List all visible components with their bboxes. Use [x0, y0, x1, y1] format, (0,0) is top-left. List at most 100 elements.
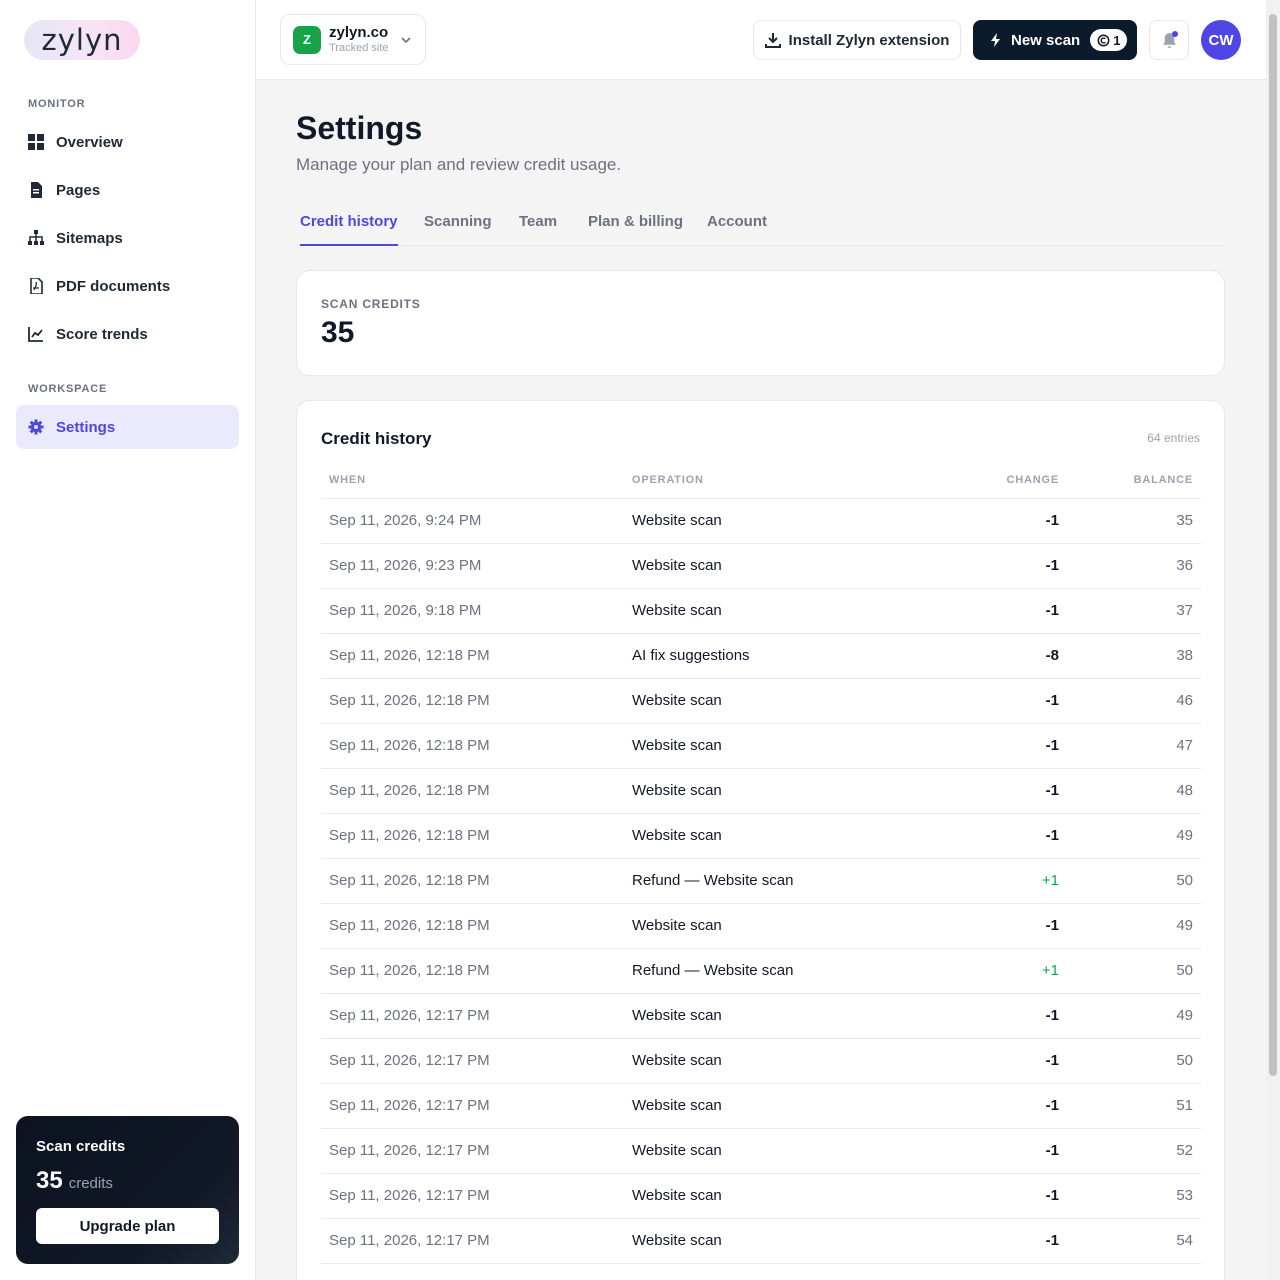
cell-when: Sep 11, 2026, 9:23 PM [321, 543, 624, 589]
pdf-icon [30, 278, 43, 294]
site-subtitle: Tracked site [329, 41, 389, 54]
cell-change: -1 [917, 1173, 1067, 1219]
cell-operation: AI fix suggestions [624, 633, 917, 679]
cell-operation: Website scan [624, 1173, 917, 1219]
sidebar-item-overview[interactable]: Overview [16, 120, 239, 164]
site-text: zylyn.co Tracked site [329, 24, 389, 55]
column-header-when: WHEN [321, 463, 624, 499]
cell-operation: Website scan [624, 1128, 917, 1174]
chevron-down-icon [401, 37, 411, 44]
cell-when: Sep 11, 2026, 12:17 PM [321, 1038, 624, 1084]
sidebar: zylyn MONITOR Overview Pages Sitemaps PD… [0, 0, 256, 1280]
scan-credits-card: SCAN CREDITS 35 [296, 270, 1225, 376]
grid-icon [28, 134, 44, 150]
credit-history-card: Credit history 64 entries WHEN OPERATION… [296, 400, 1225, 1280]
sidebar-item-label: Overview [56, 133, 123, 151]
cell-change: -1 [917, 813, 1067, 859]
cell-balance: 37 [1067, 588, 1201, 634]
download-icon [764, 33, 781, 48]
credit-history-table: WHEN OPERATION CHANGE BALANCE Sep 11, 20… [321, 463, 1201, 1264]
section-label-monitor: MONITOR [28, 98, 86, 110]
notifications-button[interactable] [1149, 20, 1189, 60]
tab-scanning[interactable]: Scanning [424, 213, 492, 246]
cell-balance: 54 [1067, 1218, 1201, 1264]
cell-operation: Website scan [624, 903, 917, 949]
cell-balance: 48 [1067, 768, 1201, 814]
scan-cost-count: 1 [1113, 32, 1121, 48]
tab-plan-billing[interactable]: Plan & billing [588, 213, 683, 246]
settings-tabs: Credit history Scanning Team Plan & bill… [296, 200, 1224, 246]
credit-card-amount: 35 credits [36, 1167, 219, 1195]
tab-team[interactable]: Team [519, 213, 557, 246]
scan-credits-value: 35 [321, 316, 355, 349]
cell-when: Sep 11, 2026, 12:18 PM [321, 948, 624, 994]
table-row: Sep 11, 2026, 12:17 PM Website scan -1 54 [321, 1218, 1201, 1264]
table-row: Sep 11, 2026, 9:18 PM Website scan -1 37 [321, 588, 1201, 634]
sidebar-item-score-trends[interactable]: Score trends [16, 312, 239, 356]
logo-text: zylyn [41, 23, 123, 57]
cell-operation: Website scan [624, 543, 917, 589]
tab-credit-history[interactable]: Credit history [300, 213, 398, 246]
cell-operation: Website scan [624, 768, 917, 814]
table-row: Sep 11, 2026, 12:18 PM Website scan -1 49 [321, 813, 1201, 859]
cell-balance: 49 [1067, 903, 1201, 949]
table-row: Sep 11, 2026, 12:18 PM Website scan -1 49 [321, 903, 1201, 949]
table-row: Sep 11, 2026, 9:24 PM Website scan -1 35 [321, 498, 1201, 544]
cell-balance: 49 [1067, 813, 1201, 859]
sitemap-icon [28, 230, 44, 245]
cell-balance: 49 [1067, 993, 1201, 1039]
cell-when: Sep 11, 2026, 12:18 PM [321, 903, 624, 949]
cell-balance: 53 [1067, 1173, 1201, 1219]
avatar[interactable]: CW [1201, 20, 1241, 60]
scrollbar[interactable] [1266, 0, 1280, 1280]
sidebar-item-pdf-documents[interactable]: PDF documents [16, 264, 239, 308]
tab-account[interactable]: Account [707, 213, 767, 246]
gear-icon [28, 419, 44, 435]
cell-operation: Website scan [624, 588, 917, 634]
install-extension-button[interactable]: Install Zylyn extension [753, 20, 961, 60]
sidebar-item-sitemaps[interactable]: Sitemaps [16, 216, 239, 260]
scan-credits-label: SCAN CREDITS [321, 297, 421, 311]
table-row: Sep 11, 2026, 12:17 PM Website scan -1 51 [321, 1083, 1201, 1129]
logo[interactable]: zylyn [24, 20, 140, 60]
cell-change: -1 [917, 678, 1067, 724]
cell-change: -1 [917, 498, 1067, 544]
scrollbar-thumb[interactable] [1269, 14, 1277, 1076]
cell-operation: Website scan [624, 1083, 917, 1129]
cell-change: -1 [917, 1128, 1067, 1174]
cell-balance: 50 [1067, 1038, 1201, 1084]
sidebar-item-pages[interactable]: Pages [16, 168, 239, 212]
cell-operation: Website scan [624, 993, 917, 1039]
cell-operation: Website scan [624, 498, 917, 544]
table-row: Sep 11, 2026, 12:18 PM Refund — Website s… [321, 948, 1201, 994]
upgrade-plan-button[interactable]: Upgrade plan [36, 1208, 219, 1244]
scan-cost-pill: 1 [1090, 29, 1128, 51]
coin-icon [1097, 34, 1110, 46]
table-row: Sep 11, 2026, 12:18 PM Refund — Website s… [321, 858, 1201, 904]
new-scan-button[interactable]: New scan 1 [973, 20, 1137, 60]
cell-change: -1 [917, 768, 1067, 814]
cell-when: Sep 11, 2026, 12:17 PM [321, 1173, 624, 1219]
cell-when: Sep 11, 2026, 12:17 PM [321, 993, 624, 1039]
document-icon [31, 182, 42, 198]
cell-operation: Website scan [624, 678, 917, 724]
cell-when: Sep 11, 2026, 9:18 PM [321, 588, 624, 634]
cell-operation: Website scan [624, 1038, 917, 1084]
new-scan-label: New scan [1011, 31, 1081, 49]
install-extension-label: Install Zylyn extension [788, 31, 950, 49]
site-selector[interactable]: Z zylyn.co Tracked site [280, 14, 426, 65]
cell-balance: 46 [1067, 678, 1201, 724]
table-row: Sep 11, 2026, 12:18 PM Website scan -1 48 [321, 768, 1201, 814]
notification-dot [1172, 31, 1178, 37]
site-badge: Z [293, 25, 321, 54]
sidebar-item-settings[interactable]: Settings [16, 405, 239, 449]
cell-when: Sep 11, 2026, 12:18 PM [321, 813, 624, 859]
sidebar-item-label: Score trends [56, 325, 148, 343]
sidebar-credit-card: Scan credits 35 credits Upgrade plan [16, 1116, 239, 1264]
cell-when: Sep 11, 2026, 12:17 PM [321, 1128, 624, 1174]
credit-card-title: Scan credits [36, 1138, 126, 1155]
table-header-row: WHEN OPERATION CHANGE BALANCE [321, 463, 1201, 499]
credit-history-rows: Sep 11, 2026, 9:24 PM Website scan -1 35 Sep… [321, 498, 1201, 1264]
chart-line-icon [28, 327, 43, 342]
cell-when: Sep 11, 2026, 12:18 PM [321, 768, 624, 814]
